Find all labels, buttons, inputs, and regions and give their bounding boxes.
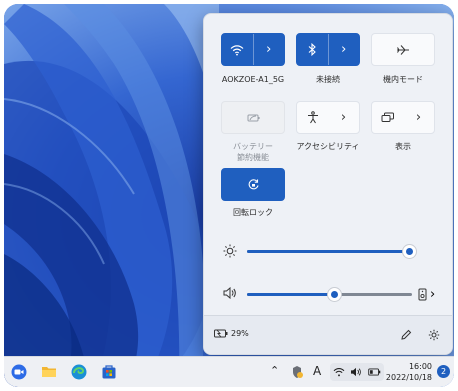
airplane-tile[interactable] <box>371 33 435 66</box>
security-shield-icon[interactable] <box>290 365 304 379</box>
desktop: › › AOKZOE-A1_5G 未接続 機内モード › › バッテリー 節約機… <box>4 4 454 387</box>
clock-time: 16:00 <box>408 362 432 371</box>
accessibility-toggle[interactable] <box>297 102 328 133</box>
accessibility-icon <box>307 111 318 124</box>
wifi-toggle[interactable] <box>222 34 253 65</box>
volume-fill <box>247 293 334 296</box>
airplane-label: 機内モード <box>383 75 423 84</box>
bluetooth-expand-button[interactable]: › <box>327 34 360 65</box>
clock-date: 2022/10/18 <box>385 373 432 382</box>
edge-browser-icon[interactable] <box>70 363 88 381</box>
battery-saver-tile[interactable] <box>221 101 285 134</box>
wifi-tile[interactable]: › <box>221 33 285 66</box>
volume-thumb[interactable] <box>328 288 341 301</box>
ime-indicator[interactable]: A <box>313 364 321 378</box>
speaker-icon <box>351 367 362 377</box>
chevron-right-icon: › <box>340 110 347 125</box>
brightness-thumb[interactable] <box>403 245 416 258</box>
rotation-lock-tile[interactable] <box>221 168 285 201</box>
display-expand-button[interactable]: › <box>403 102 434 133</box>
brightness-icon <box>223 244 237 258</box>
bluetooth-tile[interactable]: › <box>296 33 360 66</box>
taskbar: ⌃ A 16:00 2022/10/18 2 <box>4 356 454 387</box>
quick-settings-panel: › › AOKZOE-A1_5G 未接続 機内モード › › バッテリー 節約機… <box>203 13 453 355</box>
wifi-expand-button[interactable]: › <box>252 34 285 65</box>
brightness-fill <box>247 250 409 253</box>
battery-saver-icon <box>247 114 260 121</box>
battery-status[interactable]: 29% <box>214 329 249 338</box>
notification-badge[interactable]: 2 <box>437 365 450 378</box>
show-hidden-icons-chevron-icon[interactable]: ⌃ <box>270 364 279 377</box>
volume-slider[interactable] <box>247 288 412 301</box>
audio-output-icon <box>418 288 427 300</box>
clock[interactable]: 16:00 2022/10/18 <box>386 361 432 383</box>
bluetooth-toggle[interactable] <box>297 34 328 65</box>
chevron-right-icon: › <box>415 110 422 125</box>
airplane-icon <box>397 44 409 55</box>
bluetooth-icon <box>308 43 317 56</box>
battery-percent: 29% <box>231 329 249 338</box>
quick-settings-button[interactable] <box>330 363 384 381</box>
microsoft-store-icon[interactable] <box>100 363 118 381</box>
rotation-lock-icon <box>248 179 259 190</box>
bluetooth-label: 未接続 <box>316 75 340 84</box>
audio-output-button[interactable]: › <box>418 286 442 302</box>
battery-saver-label-line2: 節約機能 <box>237 153 269 162</box>
display-tile[interactable]: › <box>371 101 435 134</box>
wifi-icon <box>230 44 244 55</box>
pencil-icon[interactable] <box>400 329 412 341</box>
zoom-app-icon[interactable] <box>10 363 28 381</box>
chevron-right-icon: › <box>430 286 436 302</box>
chevron-right-icon: › <box>266 42 272 57</box>
speaker-icon <box>223 287 236 299</box>
display-icon <box>381 112 394 122</box>
quick-settings-footer: 29% <box>204 315 452 354</box>
accessibility-label: アクセシビリティ <box>296 142 360 151</box>
rotation-lock-label: 回転ロック <box>233 208 273 217</box>
accessibility-tile[interactable]: › <box>296 101 360 134</box>
battery-icon <box>214 329 228 338</box>
gear-icon[interactable] <box>428 329 440 341</box>
accessibility-expand-button[interactable]: › <box>328 102 359 133</box>
file-explorer-icon[interactable] <box>40 363 58 381</box>
brightness-slider[interactable] <box>247 245 416 258</box>
wifi-icon <box>333 368 345 377</box>
battery-saver-label-line1: バッテリー <box>233 142 273 151</box>
wifi-label: AOKZOE-A1_5G <box>221 75 285 84</box>
battery-icon <box>368 368 381 376</box>
display-toggle[interactable] <box>372 102 403 133</box>
chevron-right-icon: › <box>341 42 347 57</box>
display-label: 表示 <box>395 142 411 151</box>
